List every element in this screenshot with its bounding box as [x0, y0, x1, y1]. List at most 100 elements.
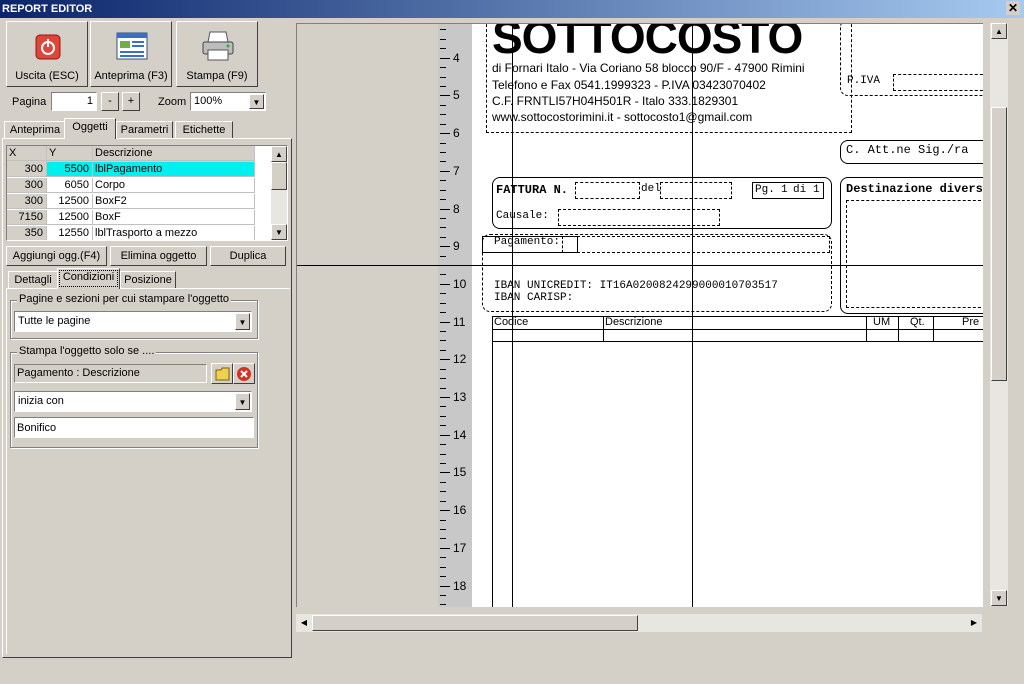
piva-label[interactable]: P.IVA: [847, 75, 880, 87]
causale-field[interactable]: [558, 209, 720, 226]
scroll-up-icon[interactable]: ▲: [271, 146, 287, 162]
horizontal-guide: [297, 265, 983, 266]
destination-field[interactable]: [846, 200, 983, 308]
vertical-scrollbar[interactable]: ▲ ▼: [990, 23, 1008, 606]
delete-object-button[interactable]: Elimina oggetto: [110, 246, 207, 266]
ruler-tick: [440, 331, 446, 333]
tab-dettagli[interactable]: Dettagli: [8, 271, 58, 288]
col-um[interactable]: UM: [873, 316, 890, 328]
iban-unicredit[interactable]: IBAN UNICREDIT: IT16A0200824299000010703…: [494, 280, 778, 292]
horizontal-scroll-thumb[interactable]: [312, 615, 638, 631]
destination-label[interactable]: Destinazione diversa: [846, 182, 983, 196]
scroll-down-icon[interactable]: ▼: [271, 224, 287, 240]
table-row[interactable]: 300 5500 lblPagamento: [7, 162, 255, 178]
ruler-tick: [440, 547, 450, 549]
cell-desc: lblPagamento: [93, 162, 255, 177]
payment-label[interactable]: Pagamento:: [494, 236, 560, 248]
company-line-3[interactable]: C.F. FRNTLI57H04H501R - Italo 333.182930…: [492, 94, 738, 108]
table-row[interactable]: 300 12500 BoxF2: [7, 194, 255, 210]
company-line-4[interactable]: www.sottocostorimini.it - sottocosto1@gm…: [492, 110, 752, 124]
pages-select[interactable]: Tutte le pagine ▼: [14, 311, 252, 332]
pages-group-caption: Pagine e sezioni per cui stampare l'ogge…: [17, 293, 232, 305]
pg-total[interactable]: 1: [813, 184, 820, 196]
col-qt[interactable]: Qt.: [910, 316, 925, 328]
report-page[interactable]: SOTTOCOSTO di Fornari Italo - Via Corian…: [472, 24, 983, 607]
cell-y: 12550: [47, 226, 93, 240]
page-value: 1: [86, 95, 93, 107]
select-field-button[interactable]: [211, 363, 233, 384]
col-desc-header[interactable]: Descrizione: [93, 146, 255, 161]
vertical-scroll-thumb[interactable]: [991, 107, 1007, 381]
col-prezzo[interactable]: Pre: [962, 316, 979, 328]
clear-field-button[interactable]: [233, 363, 255, 384]
preview-window-icon: [116, 32, 148, 60]
iban-carisp[interactable]: IBAN CARISP:: [494, 292, 573, 304]
tab-etichette[interactable]: Etichette: [175, 121, 233, 138]
ruler-tick: [440, 199, 446, 201]
scroll-up-icon[interactable]: ▲: [991, 23, 1007, 39]
objects-table[interactable]: X Y Descrizione 300 5500 lblPagamento 30…: [6, 145, 288, 241]
di-label[interactable]: di: [793, 184, 806, 196]
duplicate-button[interactable]: Duplica: [210, 246, 286, 266]
scroll-left-icon[interactable]: ◀: [296, 615, 312, 631]
attention-label[interactable]: C. Att.ne Sig./ra: [846, 143, 968, 157]
date-label[interactable]: del: [641, 183, 661, 195]
payment-field[interactable]: [562, 236, 830, 253]
ruler-tick: [440, 142, 446, 144]
zoom-select[interactable]: 100% ▼: [190, 92, 266, 111]
add-object-button[interactable]: Aggiungi ogg.(F4): [6, 246, 107, 266]
scroll-right-icon[interactable]: ▶: [966, 615, 982, 631]
ruler-tick: [440, 104, 446, 106]
ruler-tick: [440, 340, 446, 342]
cell-desc: Corpo: [93, 178, 255, 193]
report-canvas[interactable]: 3456789101112131415161718 SOTTOCOSTO di …: [296, 23, 983, 607]
tab-posizione[interactable]: Posizione: [120, 271, 176, 288]
table-row[interactable]: 350 12550 lblTrasporto a mezzo: [7, 226, 255, 240]
print-button[interactable]: Stampa (F9): [176, 21, 258, 87]
col-y-header[interactable]: Y: [47, 146, 93, 161]
compare-value-input[interactable]: Bonifico: [14, 417, 254, 438]
tab-condizioni[interactable]: Condizioni: [57, 268, 120, 289]
pg-label[interactable]: Pg.: [755, 184, 775, 196]
tab-anteprima[interactable]: Anteprima: [4, 121, 66, 138]
ruler-number: 12: [453, 352, 467, 367]
ruler-number: 6: [453, 126, 460, 141]
ruler-number: 13: [453, 390, 467, 404]
items-table[interactable]: [492, 316, 983, 607]
scroll-down-icon[interactable]: ▼: [991, 590, 1007, 606]
invoice-label[interactable]: FATTURA N.: [496, 183, 568, 197]
cell-y: 12500: [47, 210, 93, 225]
piva-field[interactable]: [893, 74, 983, 91]
table-scroll-thumb[interactable]: [271, 162, 287, 190]
close-icon[interactable]: ✕: [1006, 1, 1020, 15]
page-input[interactable]: 1: [51, 92, 97, 111]
invoice-number-field[interactable]: [575, 182, 640, 199]
ruler-tick: [440, 528, 446, 530]
col-descrizione[interactable]: Descrizione: [605, 316, 662, 328]
company-line-1[interactable]: di Fornari Italo - Via Coriano 58 blocco…: [492, 61, 805, 75]
ruler-tick: [440, 283, 450, 285]
invoice-date-field[interactable]: [660, 182, 732, 199]
exit-button[interactable]: Uscita (ESC): [6, 21, 88, 87]
table-scrollbar[interactable]: ▲ ▼: [271, 146, 287, 240]
horizontal-scrollbar[interactable]: ◀ ▶: [296, 614, 982, 632]
ruler-tick: [440, 114, 446, 116]
tab-oggetti[interactable]: Oggetti: [64, 118, 116, 139]
causale-label[interactable]: Causale:: [496, 210, 549, 222]
page-next-button[interactable]: +: [122, 92, 140, 111]
tab-parametri[interactable]: Parametri: [116, 121, 173, 138]
ruler-tick: [440, 368, 446, 370]
ruler-tick: [440, 491, 446, 493]
operator-select[interactable]: inizia con ▼: [14, 391, 252, 412]
preview-button[interactable]: Anteprima (F3): [90, 21, 172, 87]
cell-x: 300: [7, 162, 47, 177]
table-row[interactable]: 300 6050 Corpo: [7, 178, 255, 194]
zoom-label: Zoom: [158, 96, 187, 108]
company-line-2[interactable]: Telefono e Fax 0541.1999323 - P.IVA 0342…: [492, 78, 766, 92]
page-prev-button[interactable]: -: [101, 92, 119, 111]
table-row[interactable]: 7150 12500 BoxF: [7, 210, 255, 226]
col-x-header[interactable]: X: [7, 146, 47, 161]
cell-y: 6050: [47, 178, 93, 193]
pg-number[interactable]: 1: [781, 184, 788, 196]
col-divider: [603, 316, 604, 342]
